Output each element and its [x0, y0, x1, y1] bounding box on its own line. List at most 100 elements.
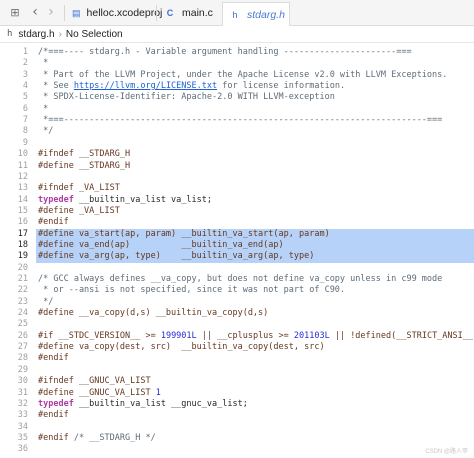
line-number: 34 — [17, 421, 28, 432]
breadcrumb-file[interactable]: stdarg.h — [18, 29, 54, 40]
line-number: 17 — [17, 228, 28, 239]
line-code: * SPDX-License-Identifier: Apache-2.0 WI… — [38, 92, 335, 103]
code-line[interactable]: 32 typedef __builtin_va_list __gnuc_va_li… — [0, 399, 474, 410]
code-line[interactable]: 29 — [0, 365, 474, 376]
code-line[interactable]: 20 — [0, 263, 474, 274]
code-line[interactable]: 15 #define _VA_LIST — [0, 206, 474, 217]
back-chevron-icon[interactable]: ‹ — [28, 4, 42, 20]
code-line[interactable]: 34 — [0, 422, 474, 433]
forward-chevron-icon[interactable]: › — [44, 4, 58, 20]
line-number: 14 — [17, 194, 28, 205]
code-line[interactable]: 18 #define va_end(ap) __builtin_va_end(ap… — [0, 240, 474, 251]
code-token: #endif — [38, 353, 69, 364]
tab-label: main.c — [182, 7, 213, 19]
line-number: 24 — [17, 308, 28, 319]
line-code: #define va_copy(dest, src) __builtin_va_… — [38, 342, 325, 353]
code-line[interactable]: 3 * Part of the LLVM Project, under the … — [0, 70, 474, 81]
line-number: 31 — [17, 387, 28, 398]
xcodeproj-icon: ▤ — [72, 7, 81, 18]
line-number: 2 — [22, 58, 28, 69]
grid-icon[interactable]: ⊞ — [8, 4, 22, 20]
code-line[interactable]: 21 /* GCC always defines __va_copy, but d… — [0, 274, 474, 285]
line-code: #if __STDC_VERSION__ >= 199901L || __cpl… — [38, 331, 474, 342]
code-token: /* GCC always defines __va_copy, but doe… — [38, 274, 443, 284]
code-token: #define va_start(ap, param) __builtin_va… — [38, 228, 330, 239]
code-line[interactable]: 8 */ — [0, 126, 474, 137]
code-line[interactable]: 1 /*===---- stdarg.h - Variable argument … — [0, 47, 474, 58]
line-code: * See https://llvm.org/LICENSE.txt for l… — [38, 81, 345, 92]
code-line[interactable]: 24 #define __va_copy(d,s) __builtin_va_co… — [0, 308, 474, 319]
line-number: 22 — [17, 285, 28, 296]
code-line[interactable]: 14 typedef __builtin_va_list va_list; — [0, 195, 474, 206]
code-token: /*===---- stdarg.h - Variable argument h… — [38, 47, 412, 57]
license-link[interactable]: https://llvm.org/LICENSE.txt — [74, 81, 217, 91]
code-line[interactable]: 23 */ — [0, 297, 474, 308]
line-number: 12 — [17, 171, 28, 182]
code-line[interactable]: 4 * See https://llvm.org/LICENSE.txt for… — [0, 81, 474, 92]
line-number: 32 — [17, 398, 28, 409]
line-number: 8 — [22, 126, 28, 137]
code-token: #ifndef _VA_LIST — [38, 183, 120, 194]
tab-main-c[interactable]: C main.c — [158, 2, 220, 24]
code-line[interactable]: 19 #define va_arg(ap, type) __builtin_va_… — [0, 251, 474, 262]
code-token: || !defined(__STRICT_ANSI__) — [329, 330, 474, 341]
code-line[interactable]: 30 #ifndef __GNUC_VA_LIST — [0, 376, 474, 387]
tab-stdarg-h[interactable]: h stdarg.h — [222, 2, 290, 26]
code-line[interactable]: 35 #endif /* __STDARG_H */ — [0, 433, 474, 444]
code-token: * See — [38, 81, 74, 92]
line-code: #define va_arg(ap, type) __builtin_va_ar… — [38, 251, 314, 262]
tab-helloc-xcodeproj[interactable]: ▤ helloc.xcodeproj — [66, 2, 162, 24]
code-token: #define va_end(ap) __builtin_va_end(ap) — [38, 239, 284, 250]
line-code: #ifndef __GNUC_VA_LIST — [38, 376, 151, 387]
line-number: 33 — [17, 410, 28, 421]
code-token: #if __STDC_VERSION__ >= — [38, 330, 161, 341]
code-line[interactable]: 16 #endif — [0, 217, 474, 228]
code-token: #define __STDARG_H — [38, 160, 131, 171]
code-line[interactable]: 5 * SPDX-License-Identifier: Apache-2.0 … — [0, 92, 474, 103]
code-token: for license information. — [217, 81, 346, 92]
code-token: 201103L — [293, 330, 330, 341]
line-code: * — [38, 58, 48, 69]
code-token: /* __STDARG_H */ — [73, 432, 156, 443]
code-line[interactable]: 7 *===----------------------------------… — [0, 115, 474, 126]
code-line[interactable]: 11 #define __STDARG_H — [0, 161, 474, 172]
code-line[interactable]: 33 #endif — [0, 410, 474, 421]
code-line[interactable]: 31 #define __GNUC_VA_LIST 1 — [0, 388, 474, 399]
line-number: 4 — [22, 81, 28, 92]
code-editor[interactable]: 1 /*===---- stdarg.h - Variable argument … — [0, 44, 474, 458]
code-line[interactable]: 6 * — [0, 104, 474, 115]
code-token: #endif — [38, 432, 74, 443]
code-line[interactable]: 28 #endif — [0, 353, 474, 364]
line-code: #endif — [38, 217, 69, 228]
code-line[interactable]: 13 #ifndef _VA_LIST — [0, 183, 474, 194]
code-line[interactable]: 26 #if __STDC_VERSION__ >= 199901L || __c… — [0, 331, 474, 342]
h-file-icon: h — [232, 9, 238, 20]
line-code: #endif — [38, 353, 69, 364]
code-line[interactable]: 36 — [0, 444, 474, 455]
code-line[interactable]: 17 #define va_start(ap, param) __builtin_… — [0, 229, 474, 240]
code-line[interactable]: 9 — [0, 138, 474, 149]
line-number: 30 — [17, 376, 28, 387]
chevron-right-icon: › — [58, 28, 62, 40]
code-line[interactable]: 25 — [0, 319, 474, 330]
code-token: typedef — [38, 398, 74, 409]
line-number: 26 — [17, 330, 28, 341]
code-line[interactable]: 10 #ifndef __STDARG_H — [0, 149, 474, 160]
code-token: #ifndef __GNUC_VA_LIST — [38, 376, 151, 387]
code-token: * — [38, 103, 49, 114]
line-number: 7 — [22, 115, 28, 126]
line-number: 23 — [17, 296, 28, 307]
line-number: 16 — [17, 217, 28, 228]
h-file-icon: h — [7, 29, 13, 39]
code-token: #define va_arg(ap, type) __builtin_va_ar… — [38, 251, 315, 262]
watermark: CSDN @路人甲 — [425, 449, 468, 455]
code-token: *===------------------------------------… — [38, 115, 443, 126]
code-line[interactable]: 27 #define va_copy(dest, src) __builtin_v… — [0, 342, 474, 353]
jump-bar: h stdarg.h › No Selection — [0, 26, 474, 43]
code-token: #endif — [38, 410, 69, 421]
code-line[interactable]: 22 * or --ansi is not specified, since i… — [0, 285, 474, 296]
code-line[interactable]: 2 * — [0, 58, 474, 69]
line-code: #ifndef __STDARG_H — [38, 149, 130, 160]
breadcrumb-selection[interactable]: No Selection — [66, 29, 123, 40]
code-line[interactable]: 12 — [0, 172, 474, 183]
